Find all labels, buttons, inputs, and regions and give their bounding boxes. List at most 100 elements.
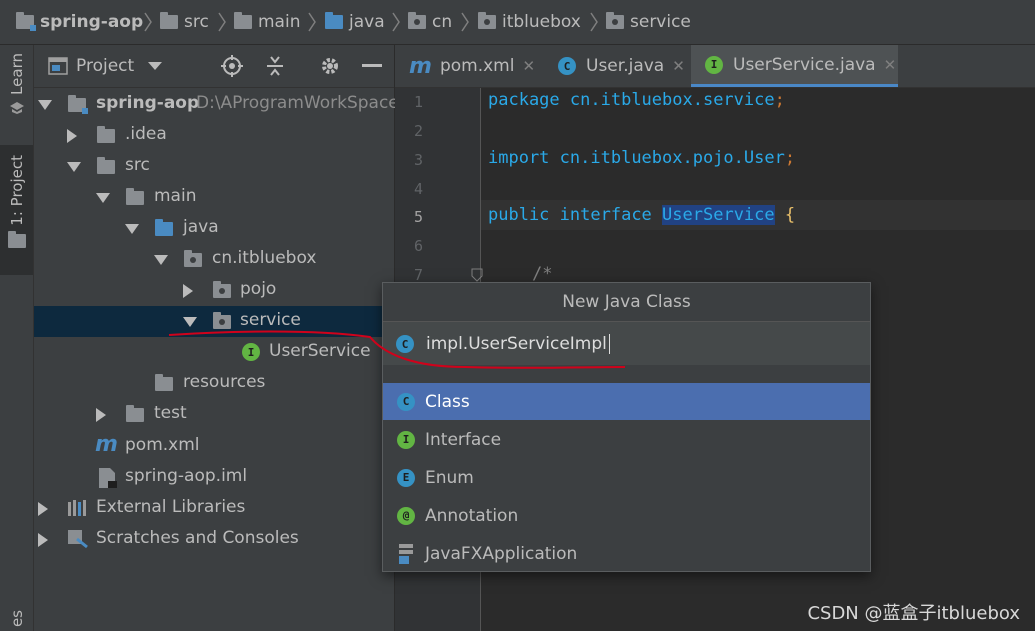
module-folder-icon [68, 95, 88, 114]
gear-icon[interactable] [319, 55, 341, 77]
collapsed-arrow-icon [96, 408, 106, 422]
code-line-5[interactable]: public interface UserService { [488, 205, 795, 225]
javafx-icon [399, 544, 413, 564]
chevron-right-icon [308, 12, 316, 32]
expanded-arrow-icon [154, 255, 168, 265]
watermark-text: CSDN @蓝盒子itbluebox [807, 603, 1020, 624]
folder-icon [160, 12, 178, 29]
maven-icon: m [95, 432, 118, 457]
annotation-icon: @ [397, 506, 415, 525]
expanded-arrow-icon [125, 224, 139, 234]
line-number: 1 [413, 93, 423, 111]
libraries-icon [68, 500, 86, 516]
kind-option-javafx[interactable]: JavaFXApplication [383, 535, 870, 572]
breadcrumb-java[interactable]: java [325, 0, 385, 44]
minimize-icon[interactable] [362, 64, 382, 68]
tab-userservice-java[interactable]: I UserService.java ✕ [691, 45, 898, 87]
kind-option-annotation[interactable]: @ Annotation [383, 497, 870, 534]
interface-icon: I [397, 430, 415, 449]
collapse-all-icon[interactable] [265, 55, 285, 77]
tree-item-spring-aop[interactable]: spring-aop D:\AProgramWorkSpace\ [34, 89, 404, 120]
chevron-right-icon [218, 12, 226, 32]
collapsed-arrow-icon [38, 533, 48, 547]
breadcrumb-cn[interactable]: cn [408, 0, 452, 44]
tree-item-test[interactable]: test [34, 399, 394, 430]
kind-option-enum[interactable]: E Enum [383, 459, 870, 496]
dialog-title: New Java Class [562, 292, 691, 312]
editor-tab-bar: m pom.xml ✕ C User.java ✕ I UserService.… [395, 45, 1035, 88]
folder-icon [126, 188, 144, 205]
kind-option-class[interactable]: C Class [383, 383, 870, 420]
tree-item-spring-aop-iml[interactable]: spring-aop.iml [34, 462, 394, 493]
project-view-selector[interactable]: Project [76, 56, 134, 76]
breadcrumb-src[interactable]: src [160, 0, 209, 44]
folder-icon [7, 230, 26, 248]
expanded-arrow-icon [67, 162, 81, 172]
folder-icon [126, 405, 144, 422]
collapsed-arrow-icon [38, 502, 48, 516]
project-tool-tab[interactable]: 1: Project [0, 145, 33, 275]
collapsed-arrow-icon [183, 284, 193, 298]
package-icon [408, 12, 426, 29]
tree-item-main[interactable]: main [34, 182, 394, 213]
tree-item-scratches[interactable]: Scratches and Consoles [34, 524, 394, 555]
chevron-right-icon [590, 12, 598, 32]
close-icon[interactable]: ✕ [522, 57, 535, 75]
line-number: 4 [413, 180, 423, 198]
maven-icon: m [409, 53, 432, 79]
tab-pom-xml[interactable]: m pom.xml ✕ [395, 45, 543, 87]
package-icon [184, 250, 202, 267]
class-icon: C [558, 57, 576, 75]
tree-item-pojo[interactable]: pojo [34, 275, 394, 306]
selected-identifier: UserService [662, 205, 775, 225]
project-path: D:\AProgramWorkSpace\ [196, 93, 405, 113]
locate-target-icon[interactable] [221, 55, 243, 77]
breadcrumb-service[interactable]: service [606, 0, 691, 44]
folder-icon [97, 126, 115, 143]
scratches-icon [68, 530, 88, 549]
resources-folder-icon [155, 374, 173, 391]
expanded-arrow-icon [96, 193, 110, 203]
bottom-tool-tab[interactable]: es [0, 610, 33, 631]
learn-icon [9, 101, 24, 114]
fold-marker-icon[interactable] [471, 268, 483, 282]
tree-item-external-libraries[interactable]: External Libraries [34, 493, 394, 524]
tree-item-idea[interactable]: .idea [34, 120, 394, 151]
package-icon [478, 12, 496, 29]
learn-tab[interactable]: Learn [0, 53, 33, 133]
code-line-7[interactable]: /* [532, 264, 552, 284]
tree-item-cn-itbluebox[interactable]: cn.itbluebox [34, 244, 394, 275]
red-underline-annotation [168, 330, 626, 369]
source-folder-icon [325, 12, 343, 29]
chevron-right-icon [144, 12, 152, 32]
navigation-bar: spring-aop src main java cn itbluebox se… [0, 0, 1035, 45]
folder-icon [97, 157, 115, 174]
chevron-right-icon [392, 12, 400, 32]
breadcrumb-main[interactable]: main [234, 0, 300, 44]
folder-icon [234, 12, 252, 29]
code-line-3[interactable]: import cn.itbluebox.pojo.User; [488, 148, 795, 168]
code-line-1[interactable]: package cn.itbluebox.service; [488, 90, 785, 110]
close-icon[interactable]: ✕ [884, 56, 897, 74]
breadcrumb-itbluebox[interactable]: itbluebox [478, 0, 581, 44]
line-number: 5 [413, 208, 423, 226]
tree-item-java[interactable]: java [34, 213, 394, 244]
source-folder-icon [155, 219, 173, 236]
interface-icon: I [705, 55, 723, 74]
iml-file-icon [99, 468, 117, 488]
line-number: 3 [413, 151, 423, 169]
close-icon[interactable]: ✕ [672, 57, 685, 75]
tab-user-java[interactable]: C User.java ✕ [544, 45, 690, 87]
breadcrumb-spring-aop[interactable]: spring-aop [16, 0, 143, 44]
tree-item-pom-xml[interactable]: m pom.xml [34, 431, 394, 462]
package-icon [606, 12, 624, 29]
tool-window-strip: Learn 1: Project es [0, 45, 34, 631]
expanded-arrow-icon [38, 100, 52, 110]
project-panel-header: Project [34, 45, 394, 88]
enum-icon: E [397, 468, 415, 487]
project-view-icon [48, 57, 68, 75]
chevron-down-icon[interactable] [148, 62, 162, 70]
kind-option-interface[interactable]: I Interface [383, 421, 870, 458]
line-number: 2 [413, 122, 423, 140]
tree-item-src[interactable]: src [34, 151, 394, 182]
